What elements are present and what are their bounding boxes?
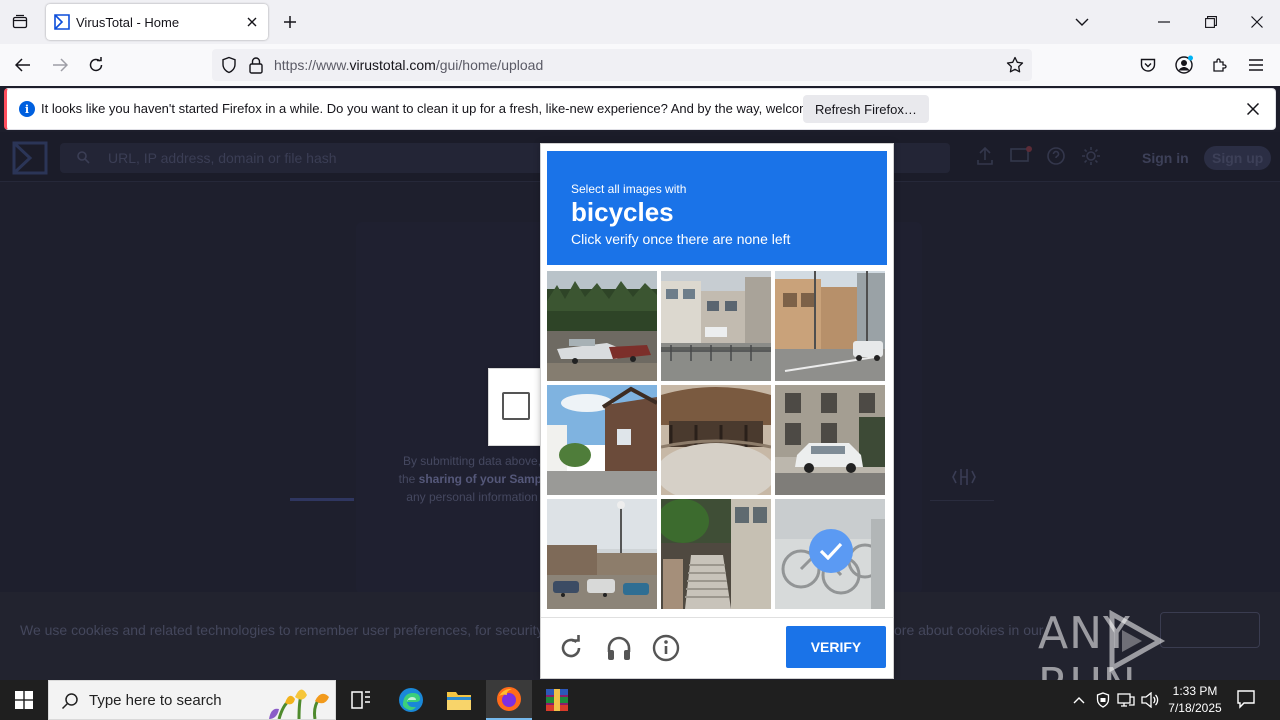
forward-arrow-icon[interactable] bbox=[47, 52, 73, 78]
search-highlight-tulips-icon bbox=[269, 689, 329, 719]
captcha-tile-4[interactable] bbox=[547, 385, 657, 495]
hamburger-menu-icon[interactable] bbox=[1243, 52, 1269, 78]
captcha-prompt-header: Select all images with bicycles Click ve… bbox=[547, 151, 887, 265]
taskbar-search-box[interactable]: Type here to search bbox=[48, 680, 336, 720]
vt-search-placeholder: URL, IP address, domain or file hash bbox=[108, 150, 337, 166]
captcha-target: bicycles bbox=[571, 197, 674, 227]
tracking-protection-shield-icon[interactable] bbox=[220, 56, 238, 74]
tab-list-icon[interactable] bbox=[8, 10, 32, 34]
windows-taskbar: Type here to search 1:33 PM 7/18/2025 bbox=[0, 680, 1280, 720]
virustotal-favicon bbox=[54, 14, 70, 30]
action-center-notification-icon[interactable] bbox=[1236, 689, 1256, 709]
captcha-checkbox[interactable] bbox=[502, 392, 530, 420]
captcha-tile-3[interactable] bbox=[775, 271, 885, 381]
fingerprint-icon[interactable] bbox=[952, 468, 976, 486]
pocket-icon[interactable] bbox=[1135, 52, 1161, 78]
search-icon bbox=[77, 151, 90, 164]
sign-up-button[interactable]: Sign up bbox=[1204, 146, 1272, 170]
volume-speaker-icon[interactable] bbox=[1141, 690, 1159, 710]
notification-close-icon[interactable] bbox=[1241, 97, 1265, 121]
taskbar-search-placeholder: Type here to search bbox=[89, 692, 222, 709]
network-icon[interactable] bbox=[1117, 690, 1135, 710]
extensions-puzzle-icon[interactable] bbox=[1207, 52, 1233, 78]
upload-icon[interactable] bbox=[976, 146, 994, 166]
taskbar-clock[interactable]: 1:33 PM 7/18/2025 bbox=[1160, 683, 1230, 717]
info-circle-icon[interactable] bbox=[651, 633, 681, 663]
list-all-tabs-chevron-icon[interactable] bbox=[1068, 8, 1096, 36]
sign-in-link[interactable]: Sign in bbox=[1142, 150, 1189, 166]
captcha-instruction: Click verify once there are none left bbox=[571, 231, 791, 247]
refresh-firefox-button[interactable]: Refresh Firefox… bbox=[803, 95, 929, 123]
firefox-refresh-notification: i It looks like you haven't started Fire… bbox=[4, 88, 1276, 130]
winrar-archive-icon[interactable] bbox=[534, 680, 580, 720]
captcha-tile-9[interactable] bbox=[775, 499, 885, 609]
window-close-icon[interactable] bbox=[1243, 8, 1271, 36]
restore-icon[interactable] bbox=[1197, 8, 1225, 36]
captcha-footer-divider bbox=[541, 617, 893, 618]
minimize-icon[interactable] bbox=[1150, 8, 1178, 36]
tab-close-icon[interactable] bbox=[240, 10, 264, 34]
browser-nav-bar: https://www.virustotal.com/gui/home/uplo… bbox=[0, 44, 1280, 86]
notification-message: It looks like you haven't started Firefo… bbox=[41, 101, 852, 116]
edge-browser-icon[interactable] bbox=[388, 680, 434, 720]
captcha-tile-6[interactable] bbox=[775, 385, 885, 495]
vt-terms-text: By submitting data above, the sharing of… bbox=[398, 454, 546, 504]
reload-icon[interactable] bbox=[83, 52, 109, 78]
anyrun-play-logo-icon bbox=[1109, 610, 1166, 672]
notifications-icon[interactable] bbox=[1010, 146, 1032, 166]
vt-tab-underline bbox=[290, 498, 354, 501]
tab-title: VirusTotal - Home bbox=[76, 14, 180, 30]
lock-icon[interactable] bbox=[248, 56, 264, 74]
refresh-challenge-icon[interactable] bbox=[556, 633, 586, 663]
task-view-icon[interactable] bbox=[338, 680, 384, 720]
theme-sun-icon[interactable] bbox=[1081, 146, 1101, 166]
url-text[interactable]: https://www.virustotal.com/gui/home/uplo… bbox=[274, 57, 543, 73]
windows-start-icon[interactable] bbox=[0, 680, 48, 720]
file-explorer-folder-icon[interactable] bbox=[436, 680, 482, 720]
new-tab-icon[interactable] bbox=[278, 10, 302, 34]
bookmark-star-icon[interactable] bbox=[1006, 56, 1024, 74]
browser-tab-bar: VirusTotal - Home bbox=[0, 0, 1280, 44]
clock-date: 7/18/2025 bbox=[1168, 701, 1222, 715]
tab-virustotal[interactable]: VirusTotal - Home bbox=[46, 4, 268, 40]
verify-button[interactable]: VERIFY bbox=[786, 626, 886, 668]
captcha-tile-7[interactable] bbox=[547, 499, 657, 609]
security-shield-tray-icon[interactable] bbox=[1094, 690, 1112, 710]
back-arrow-icon[interactable] bbox=[10, 52, 36, 78]
captcha-challenge: Select all images with bicycles Click ve… bbox=[540, 143, 894, 679]
captcha-prompt: Select all images with bbox=[571, 182, 687, 196]
captcha-tile-8[interactable] bbox=[661, 499, 771, 609]
help-icon[interactable] bbox=[1046, 146, 1066, 166]
cookie-text-continued: ore about cookies in our bbox=[894, 622, 1044, 638]
clock-time: 1:33 PM bbox=[1172, 684, 1218, 698]
captcha-image-grid bbox=[547, 271, 887, 611]
show-hidden-icons-chevron-icon[interactable] bbox=[1070, 690, 1088, 710]
info-icon: i bbox=[19, 101, 35, 117]
cookie-text: We use cookies and related technologies … bbox=[20, 622, 574, 638]
search-icon bbox=[61, 693, 78, 710]
firefox-taskbar-icon[interactable] bbox=[486, 680, 532, 720]
captcha-tile-2[interactable] bbox=[661, 271, 771, 381]
divider bbox=[930, 500, 994, 501]
virustotal-logo-icon[interactable] bbox=[12, 141, 48, 175]
captcha-tile-1[interactable] bbox=[547, 271, 657, 381]
audio-challenge-headphones-icon[interactable] bbox=[604, 633, 634, 663]
account-icon[interactable] bbox=[1171, 52, 1197, 78]
captcha-tile-5[interactable] bbox=[661, 385, 771, 495]
url-bar[interactable]: https://www.virustotal.com/gui/home/uplo… bbox=[212, 49, 1032, 81]
